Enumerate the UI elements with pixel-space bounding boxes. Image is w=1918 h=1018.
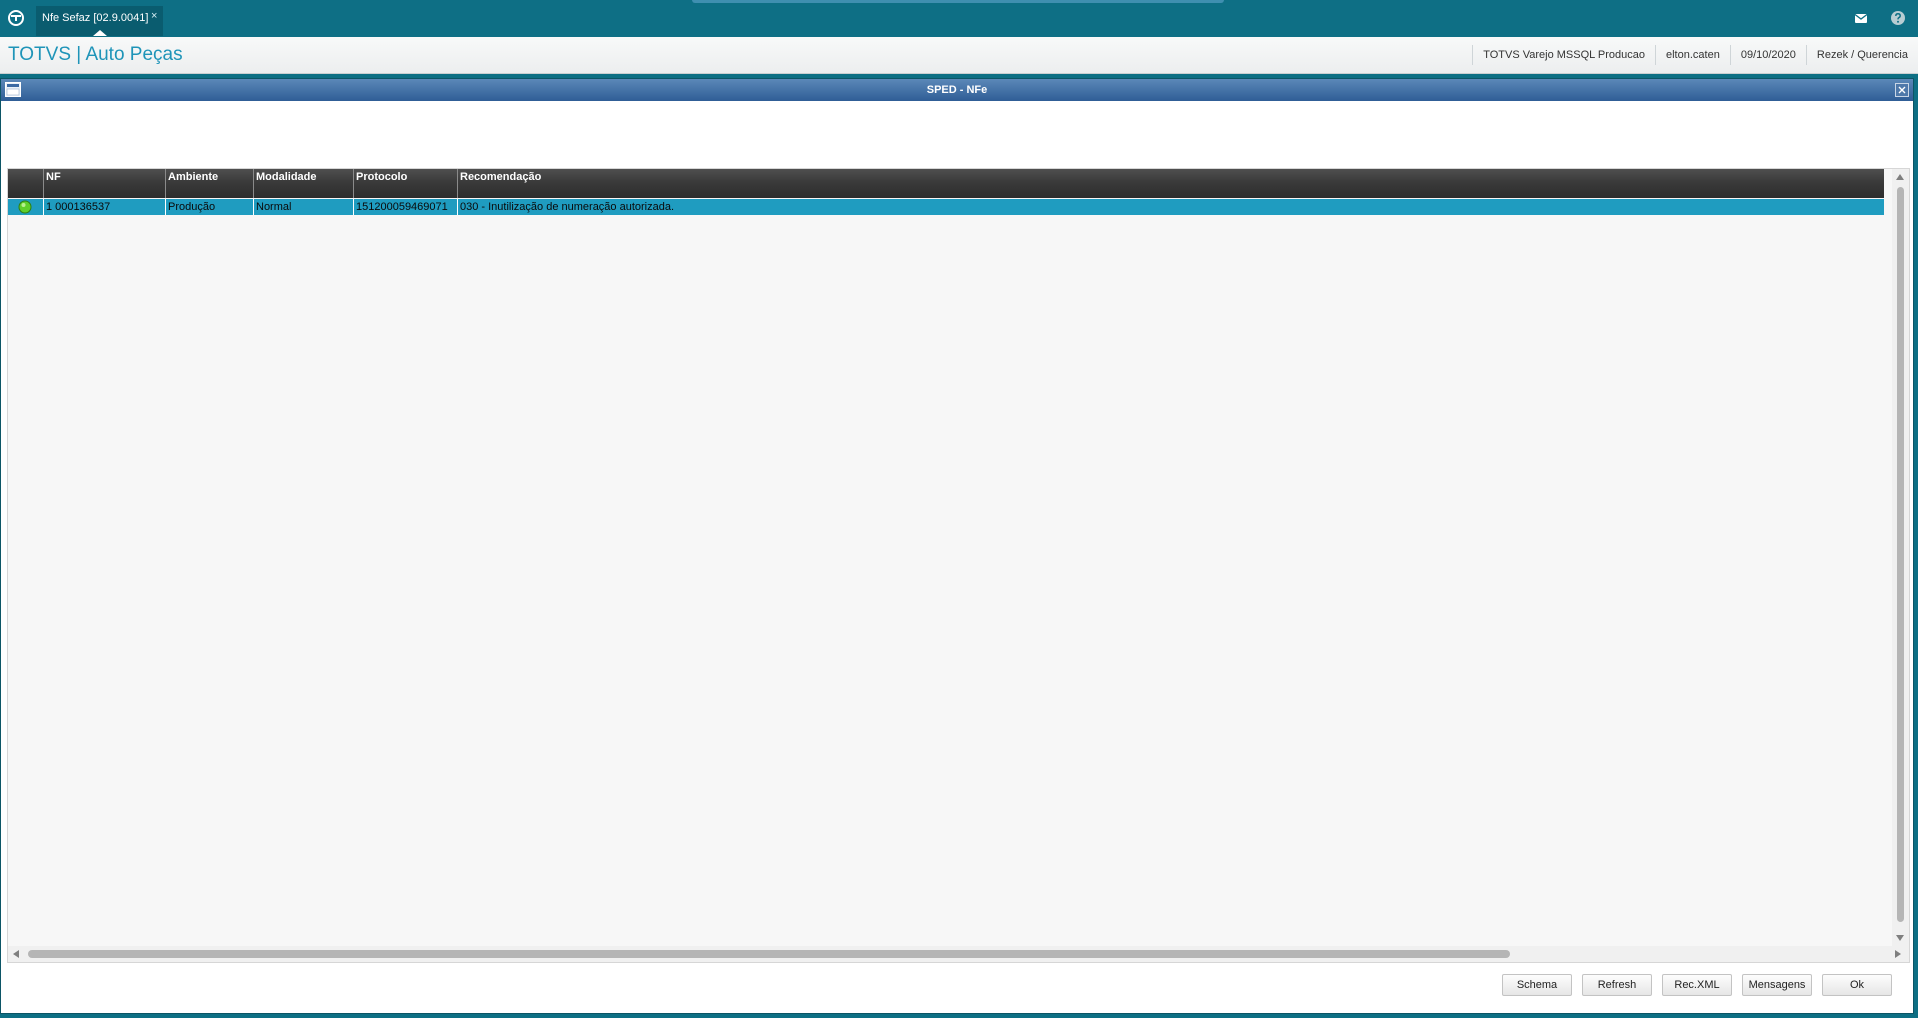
dialog-title: SPED - NFe bbox=[926, 84, 988, 96]
top-bar: Nfe Sefaz [02.9.0041] × bbox=[0, 0, 1918, 37]
grid-header: NF Ambiente Modalidade Protocolo Recomen… bbox=[8, 169, 1884, 198]
column-header-ambiente[interactable]: Ambiente bbox=[166, 169, 254, 198]
tab-close-icon[interactable]: × bbox=[151, 10, 157, 22]
scroll-left-icon[interactable] bbox=[13, 950, 19, 958]
header: TOTVS | Auto Peças TOTVS Varejo MSSQL Pr… bbox=[0, 37, 1918, 74]
user-label: elton.caten bbox=[1655, 45, 1730, 65]
cell-ambiente: Produção bbox=[166, 199, 254, 215]
sped-nfe-dialog: SPED - NFe NF Ambiente Modalidade Protoc… bbox=[0, 78, 1914, 1014]
column-header-status[interactable] bbox=[8, 169, 44, 198]
close-icon[interactable] bbox=[1895, 83, 1909, 97]
vertical-scrollbar[interactable] bbox=[1892, 169, 1909, 947]
horizontal-scroll-thumb[interactable] bbox=[28, 950, 1510, 958]
header-info: TOTVS Varejo MSSQL Producao elton.caten … bbox=[1472, 37, 1918, 73]
tab-nfe-sefaz[interactable]: Nfe Sefaz [02.9.0041] × bbox=[36, 6, 163, 36]
column-header-recomendacao[interactable]: Recomendação bbox=[458, 169, 1884, 198]
column-header-modalidade[interactable]: Modalidade bbox=[254, 169, 354, 198]
column-header-nf[interactable]: NF bbox=[44, 169, 166, 198]
help-icon[interactable] bbox=[1889, 9, 1907, 27]
cell-nf: 1 000136537 bbox=[44, 199, 166, 215]
horizontal-scrollbar[interactable] bbox=[8, 946, 1909, 962]
table-row[interactable]: 1 000136537 Produção Normal 151200059469… bbox=[8, 199, 1884, 215]
tab-label: Nfe Sefaz [02.9.0041] bbox=[42, 12, 149, 24]
date-label: 09/10/2020 bbox=[1729, 45, 1806, 65]
page-title: TOTVS | Auto Peças bbox=[8, 44, 183, 65]
status-cell bbox=[8, 199, 44, 215]
vertical-scroll-thumb[interactable] bbox=[1897, 187, 1904, 922]
ok-button[interactable]: Ok bbox=[1822, 974, 1892, 996]
totvs-logo-icon[interactable] bbox=[7, 9, 25, 27]
mensagens-button[interactable]: Mensagens bbox=[1742, 974, 1812, 996]
scroll-down-icon[interactable] bbox=[1896, 935, 1904, 941]
company-label: Rezek / Querencia bbox=[1805, 45, 1918, 65]
scroll-right-icon[interactable] bbox=[1895, 950, 1901, 958]
cell-recomendacao: 030 - Inutilização de numeração autoriza… bbox=[460, 201, 675, 213]
nfe-grid[interactable]: NF Ambiente Modalidade Protocolo Recomen… bbox=[7, 168, 1910, 963]
green-circle-icon bbox=[18, 200, 32, 214]
environment-label: TOTVS Varejo MSSQL Producao bbox=[1472, 45, 1655, 65]
schema-button[interactable]: Schema bbox=[1502, 974, 1572, 996]
top-notch bbox=[692, 0, 1224, 3]
mail-icon[interactable] bbox=[1852, 9, 1870, 27]
column-header-protocolo[interactable]: Protocolo bbox=[354, 169, 458, 198]
app-window: Nfe Sefaz [02.9.0041] × TOTVS | Auto Peç… bbox=[0, 0, 1918, 1018]
refresh-button[interactable]: Refresh bbox=[1582, 974, 1652, 996]
rec-xml-button[interactable]: Rec.XML bbox=[1662, 974, 1732, 996]
cell-modalidade: Normal bbox=[254, 199, 354, 215]
dialog-titlebar[interactable]: SPED - NFe bbox=[1, 79, 1913, 101]
tab-active-caret bbox=[93, 30, 107, 36]
scroll-up-icon[interactable] bbox=[1896, 174, 1904, 180]
cell-protocolo: 151200059469071 bbox=[354, 199, 458, 215]
